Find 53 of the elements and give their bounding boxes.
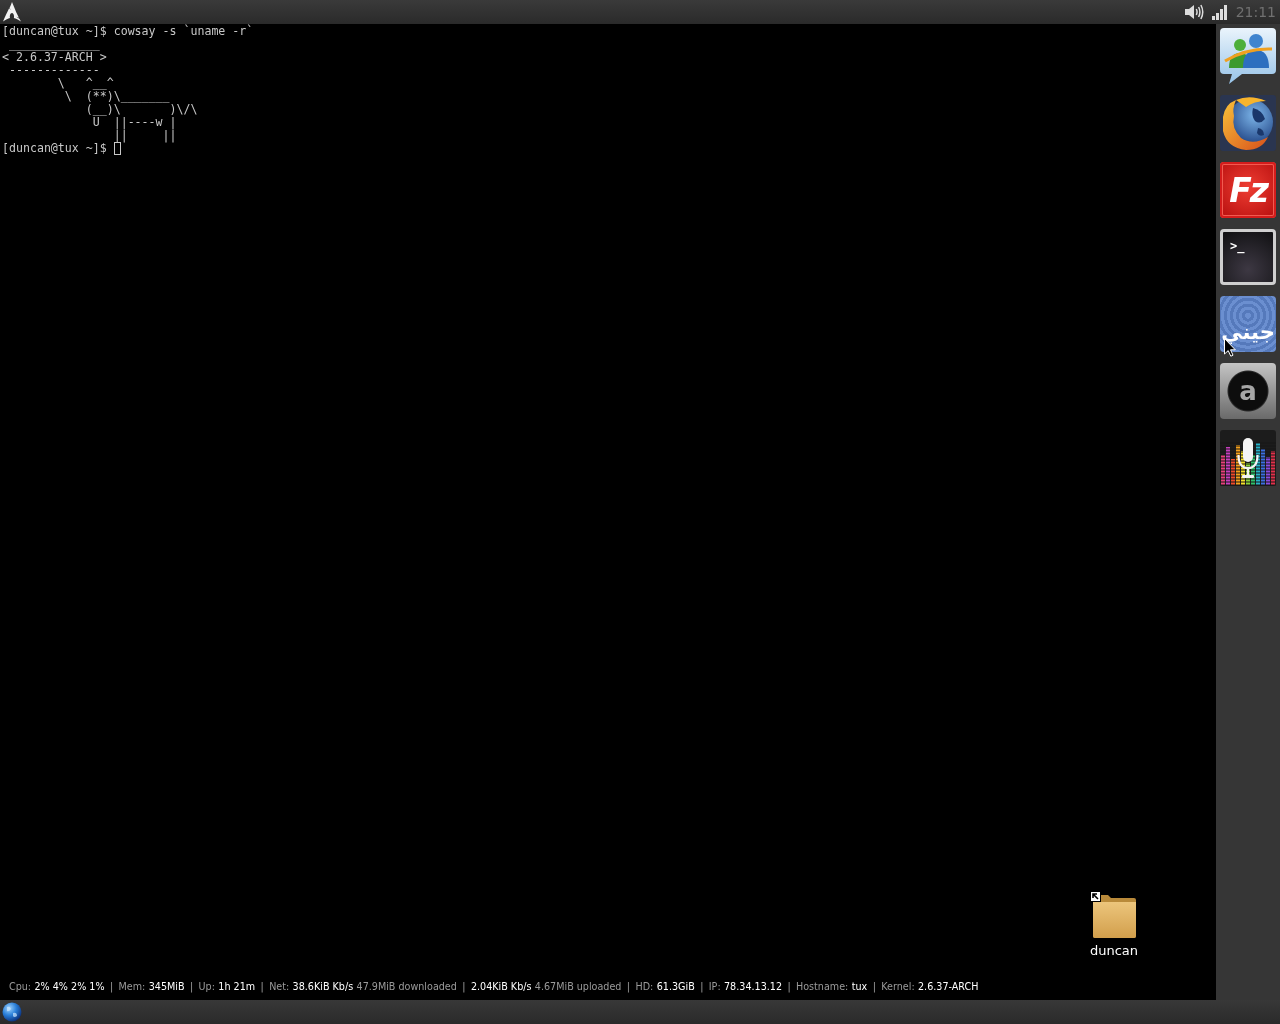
shell-prompt: [duncan@tux ~]$ xyxy=(2,142,107,155)
stat-value: 78.34.13.12 xyxy=(724,980,782,992)
command-output-line: (__)\ )\/\ xyxy=(84,103,198,116)
app-launcher-button[interactable]: a xyxy=(1220,363,1276,419)
command-output-line: U ||----w | xyxy=(92,116,177,129)
stat-label: IP: xyxy=(708,980,721,992)
stat-separator: | xyxy=(626,980,631,992)
stat-value: 61.3GiB xyxy=(656,980,695,992)
stat-value: 1h 21m xyxy=(218,980,256,992)
command-output-line: ------------- xyxy=(7,64,100,77)
stat-value: 2.04KiB Kb/s xyxy=(470,980,532,992)
app-launcher-button[interactable]: Fz xyxy=(1220,162,1276,218)
stat-label: Mem: xyxy=(118,980,146,992)
triangle-logo-icon[interactable] xyxy=(3,2,21,22)
command-output-line: \ ^__^ xyxy=(56,77,114,90)
folder-icon[interactable] xyxy=(1090,891,1138,939)
app-launcher-button[interactable]: >_ xyxy=(1220,229,1276,285)
stat-separator: | xyxy=(872,980,876,992)
command-output-line: < 2.6.37-ARCH > xyxy=(2,51,107,64)
stat-label: HD: xyxy=(635,980,654,992)
stat-value: 2% 4% 2% 1% xyxy=(34,980,105,992)
stat-label: Hostname: xyxy=(796,980,849,992)
stat-label: Cpu: xyxy=(9,980,32,992)
stat-label: 47.9MiB downloaded xyxy=(356,980,457,992)
stat-label: Up: xyxy=(198,980,215,992)
folder-label[interactable]: duncan xyxy=(1089,943,1139,959)
command-output-line: \ (**)\_______ xyxy=(63,90,170,103)
microphone-equalizer-icon[interactable] xyxy=(1220,430,1276,486)
stat-separator: | xyxy=(189,980,194,992)
shell-command: cowsay -s `uname -r` xyxy=(113,25,254,38)
shell-prompt: [duncan@tux ~]$ xyxy=(2,25,107,38)
volume-icon[interactable] xyxy=(1184,4,1204,20)
clock: 21:11 xyxy=(1235,4,1276,20)
command-output-line: _____________ xyxy=(7,38,100,51)
fox-globe-icon[interactable] xyxy=(1220,95,1276,151)
stat-separator: | xyxy=(109,980,114,992)
stat-separator: | xyxy=(700,980,704,992)
stat-label: Net: xyxy=(269,980,290,992)
stat-separator: | xyxy=(787,980,791,992)
text-cursor-icon xyxy=(113,142,121,155)
stat-separator: | xyxy=(462,980,466,992)
stat-value: 38.6KiB Kb/s xyxy=(292,980,354,992)
signal-icon[interactable] xyxy=(1211,4,1228,20)
stat-value: 345MiB xyxy=(148,980,185,992)
command-output-line: || || xyxy=(112,129,177,142)
stat-label: Kernel: xyxy=(881,980,915,992)
stat-separator: | xyxy=(260,980,264,992)
globe-icon[interactable] xyxy=(2,1002,22,1022)
app-launcher-button[interactable]: جيني xyxy=(1220,296,1276,352)
chat-bubble-people-icon[interactable] xyxy=(1220,28,1276,84)
stat-value: 2.6.37-ARCH xyxy=(918,980,979,992)
stat-label: 4.67MiB uploaded xyxy=(534,980,622,992)
stat-value: tux xyxy=(851,980,868,992)
